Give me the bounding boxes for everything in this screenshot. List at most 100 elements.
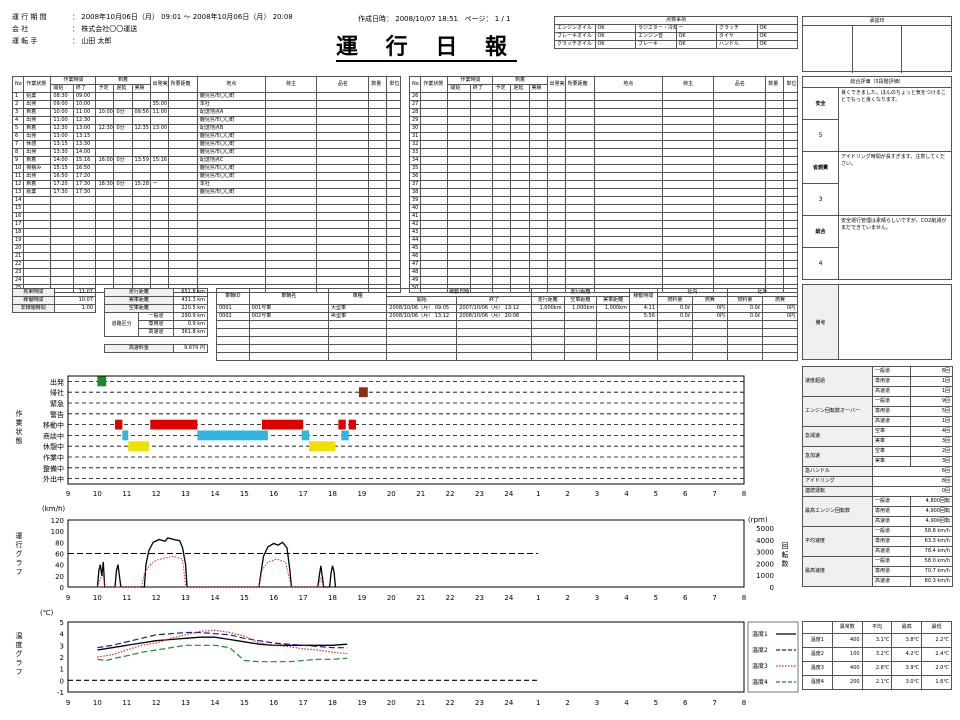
col-status: 作業状態 bbox=[23, 76, 52, 93]
work-cell bbox=[546, 212, 566, 221]
x-tick-label: 9 bbox=[66, 594, 70, 602]
work-cell bbox=[546, 196, 566, 205]
distance-gap bbox=[105, 337, 208, 345]
work-cell: 10:00 bbox=[72, 100, 97, 109]
work-cell bbox=[564, 196, 595, 205]
work-cell bbox=[546, 124, 566, 133]
x-tick-label: 3 bbox=[595, 699, 599, 707]
work-cell bbox=[546, 276, 566, 285]
vehicle-cell bbox=[761, 352, 799, 361]
work-cell bbox=[765, 228, 785, 237]
work-cell bbox=[316, 236, 370, 245]
y-unit-label: (℃) bbox=[40, 609, 54, 617]
work-cell bbox=[528, 148, 548, 157]
work-cell bbox=[492, 180, 512, 189]
work-cell bbox=[167, 212, 198, 221]
veh-datetime-h: 稼動日時 bbox=[386, 288, 532, 297]
work-cell: 到着 bbox=[23, 124, 52, 133]
x-tick-label: 4 bbox=[624, 699, 629, 707]
vehicle-cell bbox=[386, 328, 458, 337]
evaluation-score: 3 bbox=[818, 196, 823, 203]
work-no: 7 bbox=[11, 140, 25, 149]
work-cell bbox=[510, 228, 530, 237]
work-place: 鹿児島市〇〇町 bbox=[196, 92, 266, 101]
vehicle-cell bbox=[628, 320, 658, 329]
work-cell bbox=[528, 196, 548, 205]
work-cell bbox=[564, 244, 595, 253]
col-item: 品名 bbox=[713, 76, 767, 93]
time-value: 10:07 bbox=[53, 296, 96, 305]
work-cell bbox=[264, 164, 318, 173]
vehicle-cell: 0002 bbox=[216, 312, 250, 321]
y-axis-label-char: 数 bbox=[782, 559, 789, 568]
work-cell bbox=[564, 124, 595, 133]
temp-value: 3.8℃ bbox=[891, 633, 923, 648]
temp-value: 2.2℃ bbox=[921, 633, 952, 648]
x-tick-label: 5 bbox=[654, 699, 658, 707]
work-cell bbox=[113, 116, 133, 125]
work-cell: 15:28 bbox=[131, 180, 151, 189]
stat-sub: 高速道 bbox=[872, 516, 911, 527]
vehicle-cell bbox=[691, 320, 728, 329]
work-cell bbox=[420, 140, 449, 149]
work-cell bbox=[196, 276, 266, 285]
work-cell bbox=[564, 100, 595, 109]
work-row: 43 bbox=[408, 228, 798, 237]
work-cell bbox=[167, 220, 198, 229]
evaluation-comment: 安全運行管理は素晴らしいですが、CO2削減がまだできていません。 bbox=[841, 218, 947, 231]
evaluation-score: 5 bbox=[818, 132, 823, 139]
work-cell bbox=[447, 100, 471, 109]
work-cell bbox=[528, 108, 548, 117]
work-cell bbox=[95, 172, 115, 181]
work-row: 5 到着 12:30 13:00 12:30 0分 12:35 13:00 配送地点B bbox=[11, 124, 401, 133]
work-cell bbox=[131, 188, 151, 197]
work-cell bbox=[316, 132, 370, 141]
vehicle-cell: 0.0ℓ bbox=[656, 312, 693, 321]
vehicle-table: 車輌ID 車輌名 車種 稼動日時 走行距離 稼動時間 社内 社外 開始 終了 走行距離 空車距離 実車距… bbox=[216, 288, 799, 361]
work-cell bbox=[765, 140, 785, 149]
work-cell bbox=[469, 116, 494, 125]
work-cell bbox=[492, 148, 512, 157]
work-cell bbox=[783, 132, 798, 141]
x-tick-label: 12 bbox=[152, 699, 161, 707]
time-label: 非稼働時間 bbox=[12, 304, 55, 313]
col-arrival: 到着 bbox=[95, 76, 151, 85]
work-row: 33 bbox=[408, 148, 798, 157]
work-no: 3 bbox=[11, 108, 25, 117]
vehicle-cell bbox=[456, 320, 532, 329]
work-cell bbox=[149, 116, 169, 125]
stat-sub: 空車 bbox=[872, 426, 911, 437]
temp-row: 温度2 100 3.2℃ 4.2℃ 2.4℃ bbox=[802, 647, 952, 662]
veh-id-h: 車輌ID bbox=[216, 288, 250, 305]
work-cell bbox=[564, 180, 595, 189]
work-cell bbox=[528, 140, 548, 149]
temperature-chart: (℃)543210-1温度グラフ温度1温度2温度3温度49 10 11 12 13 14 1… bbox=[16, 609, 799, 707]
category-label: 整備中 bbox=[43, 464, 64, 473]
work-cell bbox=[167, 100, 198, 109]
work-no: 29 bbox=[408, 116, 422, 125]
work-cell bbox=[368, 180, 388, 189]
work-no: 1 bbox=[11, 92, 25, 101]
veh-type-h: 車種 bbox=[327, 288, 388, 305]
work-cell bbox=[368, 124, 388, 133]
work-cell bbox=[95, 260, 115, 269]
col-sub: 予定 bbox=[492, 84, 512, 93]
x-tick-label: 24 bbox=[504, 594, 513, 602]
work-cell bbox=[661, 228, 715, 237]
work-cell bbox=[492, 252, 512, 261]
work-row: 49 bbox=[408, 276, 798, 285]
work-cell: 13:30 bbox=[50, 148, 74, 157]
work-cell bbox=[196, 204, 266, 213]
work-cell bbox=[23, 236, 52, 245]
work-cell bbox=[713, 116, 767, 125]
vehicle-cell bbox=[456, 352, 532, 361]
work-no: 31 bbox=[408, 132, 422, 141]
work-row: 19 bbox=[11, 236, 401, 245]
work-place: 鹿児島市〇〇町 bbox=[196, 140, 266, 149]
work-cell bbox=[264, 92, 318, 101]
veh-sub-h: 燃費 bbox=[761, 296, 799, 305]
work-cell bbox=[50, 252, 74, 261]
work-cell: 13:30 bbox=[72, 140, 97, 149]
vehicle-cell bbox=[248, 320, 329, 329]
col-no: No bbox=[11, 76, 25, 93]
